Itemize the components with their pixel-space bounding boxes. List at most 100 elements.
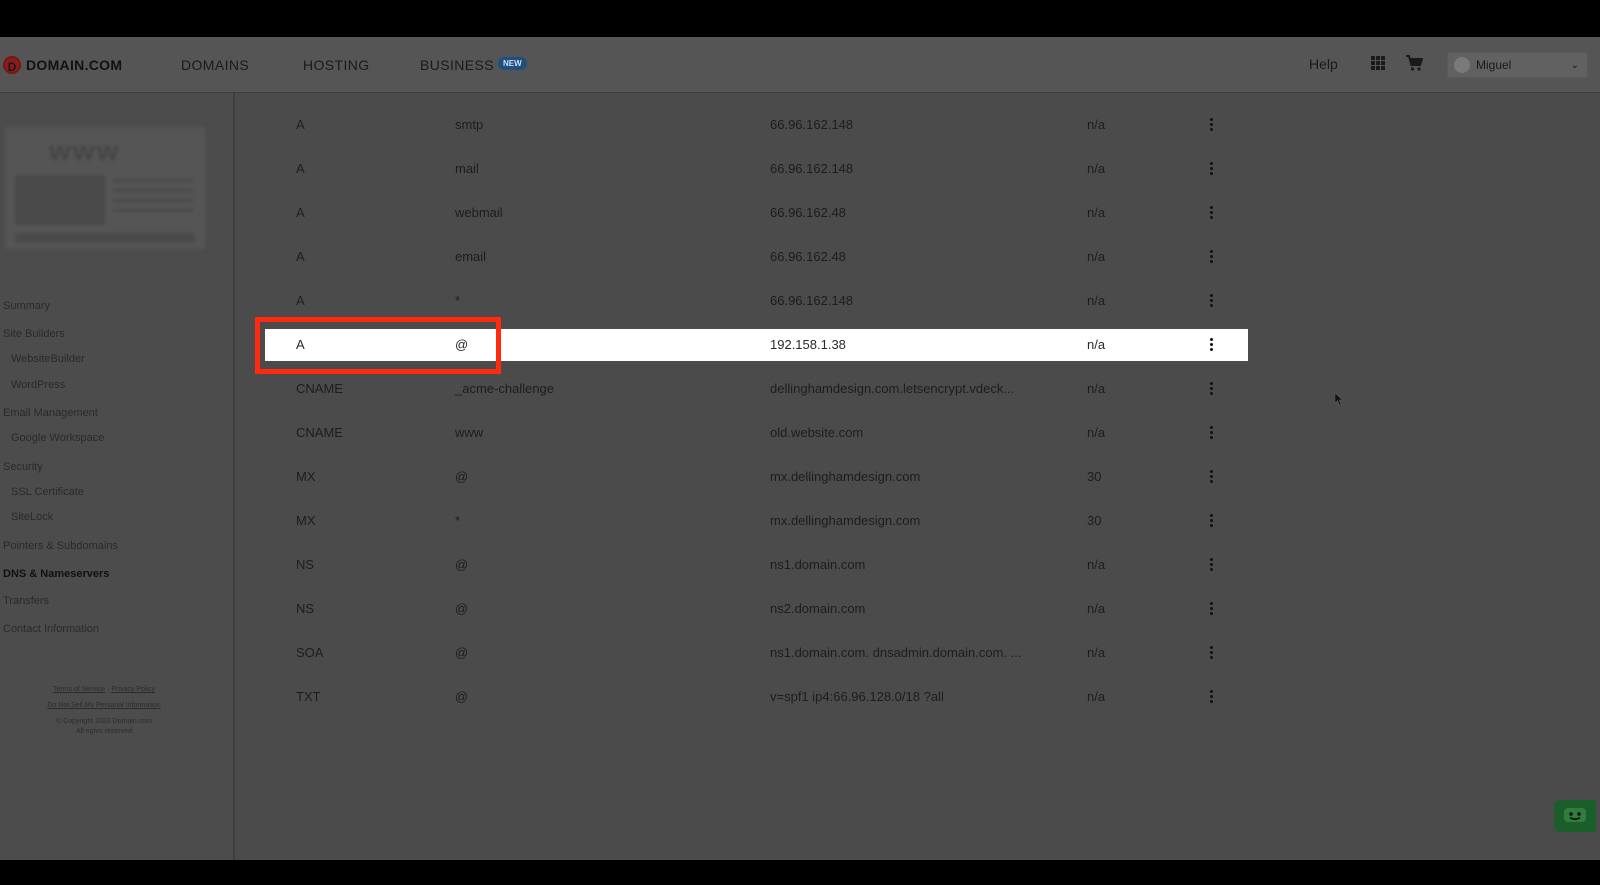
do-not-sell-link[interactable]: Do Not Sell My Personal Information: [47, 702, 160, 709]
record-type: SOA: [296, 645, 324, 660]
sidebar-item-google-workspace[interactable]: Google Workspace: [11, 432, 104, 444]
record-name: @: [455, 469, 469, 484]
record-ttl: n/a: [1087, 689, 1106, 704]
record-name: @: [455, 689, 469, 704]
sidebar-item-email-management[interactable]: Email Management: [3, 407, 98, 419]
record-ttl: n/a: [1087, 117, 1106, 132]
record-content: 192.158.1.38: [770, 337, 846, 352]
record-content: mx.dellinghamdesign.com: [770, 469, 921, 484]
thumbnail-www-text: www: [49, 135, 121, 166]
sidebar-item-security[interactable]: Security: [3, 461, 43, 473]
table-row[interactable]: CNAME www old.website.com n/a: [265, 417, 1248, 449]
record-content: dellinghamdesign.com.letsencrypt.vdeck..…: [770, 381, 1015, 396]
kebab-icon[interactable]: [1206, 116, 1216, 134]
mouse-cursor-icon: [1334, 392, 1344, 406]
table-row[interactable]: A email 66.96.162.48 n/a: [265, 241, 1248, 273]
new-badge: NEW: [498, 57, 527, 70]
highlight-annotation-box: [255, 317, 501, 374]
kebab-icon[interactable]: [1206, 688, 1216, 706]
record-content: 66.96.162.148: [770, 161, 854, 176]
record-ttl: n/a: [1087, 601, 1106, 616]
kebab-icon[interactable]: [1206, 424, 1216, 442]
kebab-icon[interactable]: [1206, 644, 1216, 662]
record-type: MX: [296, 469, 316, 484]
footer-do-not-sell: Do Not Sell My Personal Information: [0, 702, 208, 709]
nav-domains[interactable]: DOMAINS: [181, 57, 249, 73]
app-screen: D DOMAIN.COM DOMAINS HOSTING BUSINESS NE…: [0, 37, 1600, 860]
logo-icon: D: [3, 56, 21, 74]
sidebar-item-websitebuilder[interactable]: WebsiteBuilder: [11, 353, 85, 365]
table-row[interactable]: A * 66.96.162.148 n/a: [265, 285, 1248, 317]
sidebar-item-transfers[interactable]: Transfers: [3, 595, 49, 607]
sidebar-item-pointers-subdomains[interactable]: Pointers & Subdomains: [3, 540, 118, 552]
record-type: A: [296, 293, 305, 308]
nav-business[interactable]: BUSINESS: [420, 57, 494, 73]
kebab-icon[interactable]: [1206, 160, 1216, 178]
kebab-icon[interactable]: [1206, 292, 1216, 310]
record-type: A: [296, 205, 305, 220]
chevron-down-icon: ⌄: [1570, 59, 1579, 71]
record-ttl: 30: [1087, 513, 1102, 528]
record-ttl: n/a: [1087, 425, 1106, 440]
kebab-icon[interactable]: [1206, 512, 1216, 530]
privacy-link[interactable]: Privacy Policy: [111, 686, 155, 693]
website-thumbnail[interactable]: www: [5, 127, 205, 249]
record-content: v=spf1 ip4:66.96.128.0/18 ?all: [770, 689, 944, 704]
kebab-icon[interactable]: [1206, 468, 1216, 486]
table-row[interactable]: A smtp 66.96.162.148 n/a: [265, 109, 1248, 141]
record-ttl: n/a: [1087, 205, 1106, 220]
record-ttl: n/a: [1087, 293, 1106, 308]
table-row[interactable]: A mail 66.96.162.148 n/a: [265, 153, 1248, 185]
table-row[interactable]: TXT @ v=spf1 ip4:66.96.128.0/18 ?all n/a: [265, 681, 1248, 713]
table-row[interactable]: MX * mx.dellinghamdesign.com 30: [265, 505, 1248, 537]
chat-icon[interactable]: [1554, 800, 1596, 832]
record-name: @: [455, 601, 469, 616]
kebab-icon[interactable]: [1206, 248, 1216, 266]
sidebar-item-ssl-certificate[interactable]: SSL Certificate: [11, 486, 84, 498]
sidebar: www Summary Site Builders WebsiteBuilder…: [0, 93, 235, 860]
kebab-icon[interactable]: [1206, 380, 1216, 398]
record-name: @: [455, 557, 469, 572]
record-type: A: [296, 117, 305, 132]
sidebar-item-dns-nameservers[interactable]: DNS & Nameservers: [3, 568, 109, 580]
table-row[interactable]: CNAME _acme-challenge dellinghamdesign.c…: [265, 373, 1248, 405]
table-row[interactable]: SOA @ ns1.domain.com. dnsadmin.domain.co…: [265, 637, 1248, 669]
table-row[interactable]: NS @ ns2.domain.com n/a: [265, 593, 1248, 625]
terms-link[interactable]: Terms of Service: [53, 686, 105, 693]
kebab-icon[interactable]: [1206, 336, 1216, 354]
sidebar-item-summary[interactable]: Summary: [3, 300, 50, 312]
kebab-icon[interactable]: [1206, 600, 1216, 618]
record-type: TXT: [296, 689, 321, 704]
brand-logo[interactable]: D DOMAIN.COM: [3, 56, 122, 74]
help-link[interactable]: Help: [1309, 56, 1338, 72]
record-ttl: n/a: [1087, 645, 1106, 660]
record-content: 66.96.162.48: [770, 249, 846, 264]
footer-copyright: © Copyright 2022 Domain.com: [56, 718, 152, 725]
record-type: A: [296, 249, 305, 264]
sidebar-item-contact-information[interactable]: Contact Information: [3, 623, 99, 635]
sidebar-item-sitelock[interactable]: SiteLock: [11, 511, 53, 523]
record-name: www: [455, 425, 484, 440]
table-row[interactable]: NS @ ns1.domain.com n/a: [265, 549, 1248, 581]
record-ttl: n/a: [1087, 337, 1106, 352]
record-type: A: [296, 161, 305, 176]
record-content: old.website.com: [770, 425, 864, 440]
record-ttl: n/a: [1087, 161, 1106, 176]
kebab-icon[interactable]: [1206, 556, 1216, 574]
nav-hosting[interactable]: HOSTING: [303, 57, 370, 73]
table-row[interactable]: A webmail 66.96.162.48 n/a: [265, 197, 1248, 229]
record-content: 66.96.162.148: [770, 293, 854, 308]
kebab-icon[interactable]: [1206, 204, 1216, 222]
record-ttl: n/a: [1087, 557, 1106, 572]
cart-icon[interactable]: [1405, 54, 1423, 72]
logo-text: DOMAIN.COM: [26, 57, 123, 73]
record-type: MX: [296, 513, 316, 528]
table-row[interactable]: MX @ mx.dellinghamdesign.com 30: [265, 461, 1248, 493]
sidebar-item-wordpress[interactable]: WordPress: [11, 379, 65, 391]
record-type: CNAME: [296, 425, 343, 440]
record-content: 66.96.162.48: [770, 205, 846, 220]
apps-grid-icon[interactable]: [1371, 56, 1385, 70]
sidebar-item-site-builders[interactable]: Site Builders: [3, 328, 65, 340]
footer-rights: All rights reserved: [75, 728, 133, 735]
user-menu-dropdown[interactable]: Miguel ⌄: [1447, 52, 1588, 78]
